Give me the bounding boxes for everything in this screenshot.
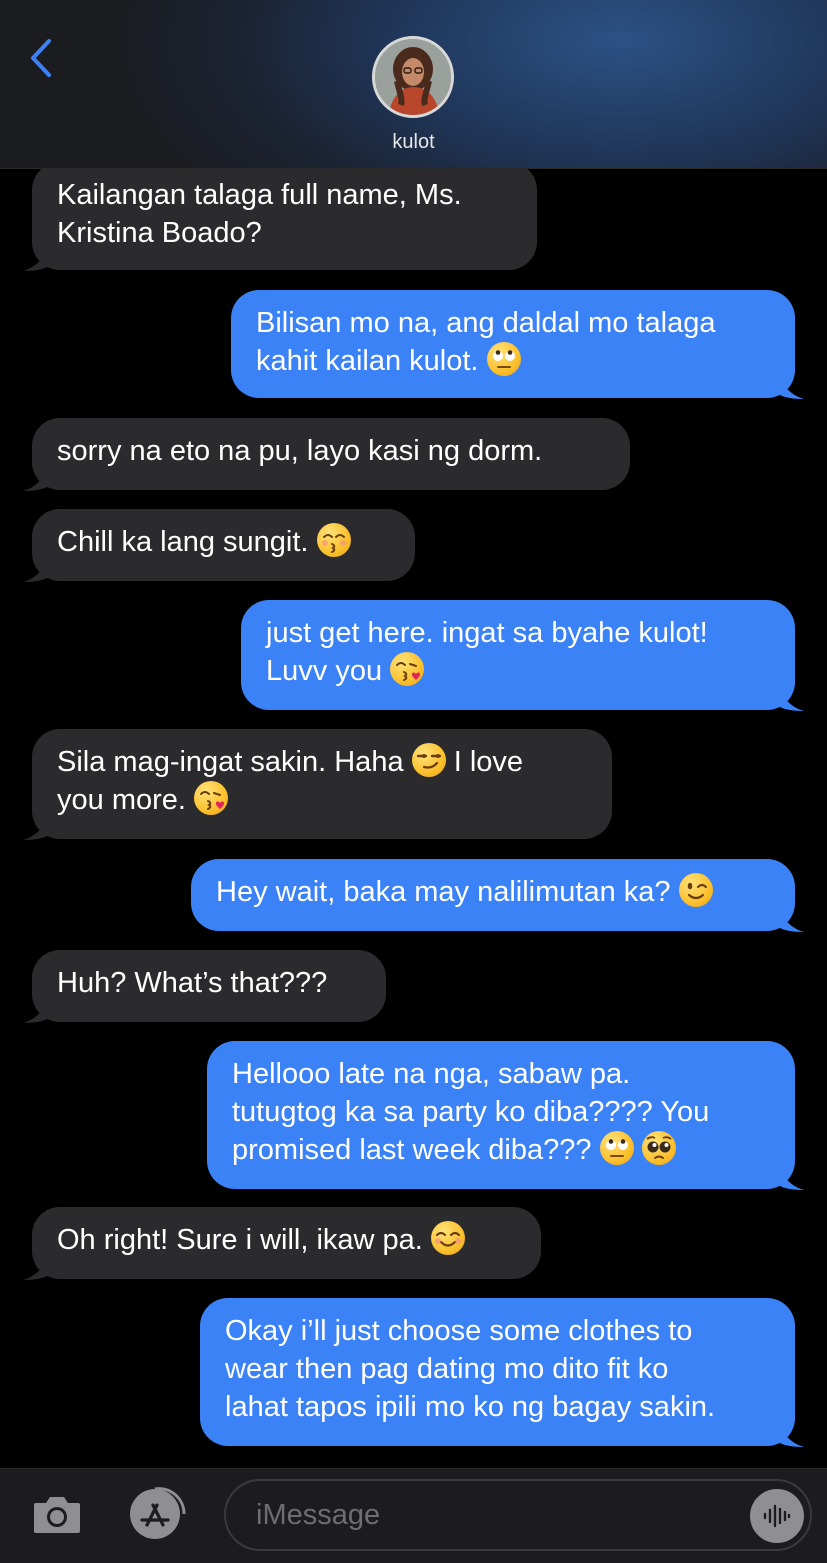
bubble-tail (774, 1160, 804, 1190)
bubble-tail (23, 241, 53, 271)
waveform-icon (763, 1504, 791, 1528)
message-line: Luvv you (266, 652, 763, 690)
face-blowing-kiss-emoji-icon (194, 781, 229, 815)
message-bubble-incoming[interactable]: Oh right! Sure i will, ikaw pa. (23, 1207, 541, 1280)
message-bubble-outgoing[interactable]: just get here. ingat sa byahe kulot! Luv… (241, 600, 804, 711)
camera-button[interactable] (32, 1491, 82, 1535)
face-blowing-kiss-emoji-icon (390, 652, 425, 686)
message-line: promised last week diba??? (232, 1131, 763, 1169)
message-text: Kailangan talaga full name, Ms. (57, 179, 462, 211)
smiling-face-emoji-icon (430, 1221, 465, 1255)
bubble-tail (23, 810, 53, 840)
message-bubble-incoming[interactable]: Chill ka lang sungit. (23, 509, 415, 582)
chevron-left-icon (31, 39, 51, 77)
camera-icon (34, 1497, 80, 1533)
message-text: Bilisan mo na, ang daldal mo talaga (256, 307, 716, 339)
message-line: Oh right! Sure i will, ikaw pa. (57, 1221, 513, 1259)
bubble-tail (774, 681, 804, 711)
app-store-icon (130, 1487, 186, 1539)
bubble-tail (774, 902, 804, 932)
avatar-photo (375, 39, 451, 115)
message-bubble-incoming[interactable]: Sila mag-ingat sakin. Haha I love you mo… (23, 729, 612, 840)
message-line: Hey wait, baka may nalilimutan ka? (216, 873, 763, 911)
contact-name[interactable]: kulot (0, 131, 827, 154)
rolling-eyes-emoji-icon (599, 1131, 634, 1165)
message-text: Hellooo late na nga, sabaw pa. (232, 1058, 631, 1090)
message-text: promised last week diba??? (232, 1134, 592, 1166)
message-text: Huh? What’s that??? (57, 967, 328, 999)
bubble-tail (774, 369, 804, 399)
message-bubble-outgoing[interactable]: Bilisan mo na, ang daldal mo talaga kahi… (231, 290, 804, 399)
message-text: Kristina Boado? (57, 217, 262, 249)
back-button[interactable] (22, 36, 58, 80)
message-thread: Kailangan talaga full name, Ms. Kristina… (0, 0, 827, 1468)
message-text: sorry na eto na pu, layo kasi ng dorm. (57, 435, 543, 467)
message-line: Chill ka lang sungit. (57, 523, 387, 561)
message-bubble-outgoing[interactable]: Okay i’ll just choose some clothes to we… (200, 1298, 804, 1447)
message-bubble-incoming[interactable]: sorry na eto na pu, layo kasi ng dorm. (23, 418, 630, 491)
message-bubble-incoming[interactable]: Huh? What’s that??? (23, 950, 386, 1023)
bubble-tail (23, 552, 53, 582)
message-composer (0, 1468, 827, 1563)
message-line: Sila mag-ingat sakin. Haha I love (57, 743, 584, 781)
app-store-button[interactable] (126, 1487, 188, 1541)
message-text: I love (453, 746, 524, 778)
imessage-input[interactable] (224, 1479, 812, 1551)
message-bubble-outgoing[interactable]: Hey wait, baka may nalilimutan ka? (191, 859, 804, 932)
message-text: just get here. ingat sa byahe kulot! (266, 617, 708, 649)
message-line: you more. (57, 781, 584, 819)
message-bubble-outgoing[interactable]: Hellooo late na nga, sabaw pa. tutugtog … (207, 1041, 804, 1190)
message-bubble-incoming[interactable]: Kailangan talaga full name, Ms. Kristina… (23, 162, 537, 271)
message-text: Chill ka lang sungit. (57, 526, 309, 558)
message-text: Sila mag-ingat sakin. Haha (57, 746, 404, 778)
message-text: lahat tapos ipili mo ko ng bagay sakin. (225, 1391, 716, 1423)
kissing-smiling-eyes-emoji-icon (316, 523, 351, 557)
rolling-eyes-emoji-icon (486, 342, 521, 376)
bubble-tail (23, 1250, 53, 1280)
bubble-tail (23, 461, 53, 491)
message-text: Okay i’ll just choose some clothes to (225, 1315, 693, 1347)
message-text: you more. (57, 784, 186, 816)
message-text: Luvv you (266, 655, 383, 687)
contact-avatar[interactable] (372, 36, 454, 118)
bubble-tail (774, 1417, 804, 1447)
conversation-header: kulot (0, 0, 827, 169)
pleading-face-emoji-icon (641, 1131, 676, 1165)
message-text: tutugtog ka sa party ko diba???? You (232, 1096, 710, 1128)
message-text: kahit kailan kulot. (256, 345, 479, 377)
winking-face-emoji-icon (678, 873, 713, 907)
message-text: Oh right! Sure i will, ikaw pa. (57, 1224, 423, 1256)
smirking-face-emoji-icon (411, 743, 446, 777)
message-line: kahit kailan kulot. (256, 342, 763, 380)
audio-message-button[interactable] (750, 1489, 804, 1543)
message-text: wear then pag dating mo dito fit ko (225, 1353, 669, 1385)
message-text: Hey wait, baka may nalilimutan ka? (216, 876, 671, 908)
bubble-tail (23, 993, 53, 1023)
